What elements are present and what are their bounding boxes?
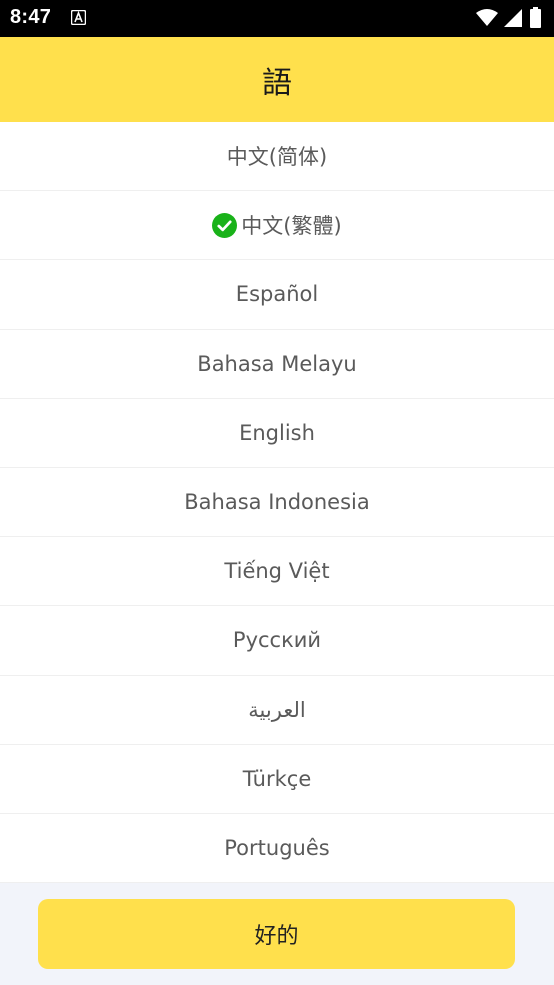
language-label: 中文(简体)	[226, 145, 328, 170]
language-item-zh-hans[interactable]: 中文(简体)	[0, 122, 554, 192]
check-circle-icon	[212, 212, 238, 238]
language-label: Tiếng Việt	[224, 559, 330, 584]
accessibility-a-icon	[71, 10, 86, 25]
wifi-icon	[476, 9, 498, 26]
cellular-signal-icon	[504, 9, 522, 27]
battery-icon	[530, 7, 541, 28]
language-item-es[interactable]: Español	[0, 260, 554, 330]
language-label: English	[239, 420, 315, 445]
footer: 好的	[0, 883, 554, 985]
language-label: العربية	[248, 697, 306, 722]
language-label: 中文(繁體)	[241, 214, 342, 239]
language-item-en[interactable]: English	[0, 399, 554, 468]
language-label: Português	[224, 835, 330, 860]
language-item-tr[interactable]: Türkçe	[0, 745, 554, 814]
language-item-id[interactable]: Bahasa Indonesia	[0, 468, 554, 538]
language-item-ms[interactable]: Bahasa Melayu	[0, 330, 554, 399]
language-label: Bahasa Melayu	[197, 351, 357, 376]
page-title: 語	[262, 65, 292, 101]
language-item-pt[interactable]: Português	[0, 814, 554, 884]
language-label: Español	[235, 282, 319, 307]
language-label: Bahasa Indonesia	[184, 490, 370, 515]
language-item-ru[interactable]: Русский	[0, 606, 554, 676]
language-item-ar[interactable]: العربية	[0, 676, 554, 745]
language-list: 中文(简体) 中文(繁體) Español Bahasa Melayu Engl…	[0, 122, 554, 884]
language-item-vi[interactable]: Tiếng Việt	[0, 537, 554, 607]
header: 語	[0, 37, 554, 122]
status-bar: 8:47	[0, 0, 554, 37]
language-item-zh-hant[interactable]: 中文(繁體)	[0, 191, 554, 261]
language-label: Русский	[232, 628, 322, 653]
status-time: 8:47	[10, 6, 52, 28]
ok-button[interactable]: 好的	[38, 899, 515, 969]
language-label: Türkçe	[242, 766, 312, 791]
